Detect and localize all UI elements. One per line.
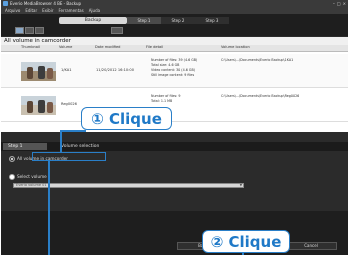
file-detail-line: Total: 1.1 MB [151, 99, 173, 103]
file-detail-line: Total size: 4.6 GB [151, 63, 180, 67]
volume-date: 11/20/2012 16:10:00 [96, 68, 134, 72]
volume-location: C:\Users\...\Documents\Everio Backup\1KA… [221, 58, 294, 62]
chevron-down-icon[interactable]: ▼ [240, 184, 242, 187]
column-header-details[interactable]: File detail [146, 45, 163, 50]
column-header-date[interactable]: Date modified [95, 45, 120, 50]
window-title: Everio MediaBrowser 4 BE - Backup [10, 1, 82, 6]
volume-name: 1/KA1 [61, 68, 72, 72]
file-detail-line: Number of files: 39 (4.6 GB) [151, 58, 198, 62]
table-row[interactable]: Reg0026 Number of files: 9 Total: 1.1 MB… [1, 88, 348, 122]
close-button[interactable]: × [343, 0, 346, 7]
volume-select-value: Everio volume 01 [16, 183, 47, 187]
option-select-volume[interactable]: Select volume [9, 174, 47, 180]
column-header-volume[interactable]: Volume [59, 45, 72, 50]
step-description: Volume selection [61, 144, 100, 149]
application-window: Everio MediaBrowser 4 BE - Backup – □ × … [1, 0, 348, 255]
step-1-indicator: Step 1 [127, 17, 161, 24]
title-bar: Everio MediaBrowser 4 BE - Backup – □ × [1, 0, 348, 7]
footer-bar: Back Next Cancel [1, 211, 348, 255]
column-header-row: Thumbnail Volume Date modified File deta… [1, 45, 348, 52]
detail-view-button[interactable] [35, 27, 44, 34]
menu-item-tools[interactable]: Ferramentas [58, 7, 83, 14]
column-header-location[interactable]: Volume location [221, 45, 250, 50]
volume-list: 1/KA1 11/20/2012 16:10:00 Number of file… [1, 52, 348, 132]
refresh-button[interactable] [111, 27, 123, 34]
callout-leader-line [60, 130, 86, 132]
callout-step-2: ② Clique [202, 230, 290, 253]
menu-item-help[interactable]: Ajuda [89, 7, 100, 14]
cancel-button[interactable]: Cancel [285, 242, 337, 250]
file-detail-line: Still image content: 9 files [151, 73, 195, 77]
column-header-thumbnail[interactable]: Thumbnail [21, 45, 40, 50]
file-detail-line: Number of files: 9 [151, 94, 181, 98]
maximize-button[interactable]: □ [337, 0, 341, 7]
video-thumbnail [21, 62, 56, 81]
list-view-button[interactable] [25, 27, 34, 34]
step-label: Step 1 [3, 143, 47, 150]
table-row[interactable]: 1/KA1 11/20/2012 16:10:00 Number of file… [1, 54, 348, 88]
option-select-volume-label: Select volume [17, 174, 47, 179]
menu-bar: Arquivo Editar Exibir Ferramentas Ajuda [1, 7, 348, 14]
minimize-button[interactable]: – [333, 0, 335, 7]
menu-item-view[interactable]: Exibir [42, 7, 53, 14]
menu-item-file[interactable]: Arquivo [5, 7, 20, 14]
radio-icon[interactable] [9, 174, 15, 180]
app-icon [3, 1, 8, 6]
callout-leader-line [48, 161, 50, 255]
backup-tab[interactable]: Backup [59, 17, 127, 24]
step-2-indicator: Step 2 [161, 17, 195, 24]
content-title: All volume in camcorder [1, 37, 348, 45]
volume-name: Reg0026 [61, 102, 77, 106]
video-thumbnail [21, 96, 56, 115]
highlight-option-all-volume [32, 152, 106, 161]
radio-icon[interactable] [9, 156, 15, 162]
callout-step-1: ① Clique [81, 107, 172, 130]
step-3-indicator: Step 3 [195, 17, 229, 24]
step-bar: Step 1 Volume selection [1, 142, 348, 151]
volume-location: C:\Users\...\Documents\Everio Backup\Reg… [221, 94, 300, 98]
menu-item-edit[interactable]: Editar [25, 7, 37, 14]
thumbnail-view-button[interactable] [15, 27, 24, 34]
file-detail-line: Video content: 30 (4.6 GB) [151, 68, 195, 72]
window-controls: – □ × [333, 0, 346, 7]
top-navigation: Backup Step 1 Step 2 Step 3 [1, 14, 348, 36]
callout-leader-line [60, 130, 62, 153]
